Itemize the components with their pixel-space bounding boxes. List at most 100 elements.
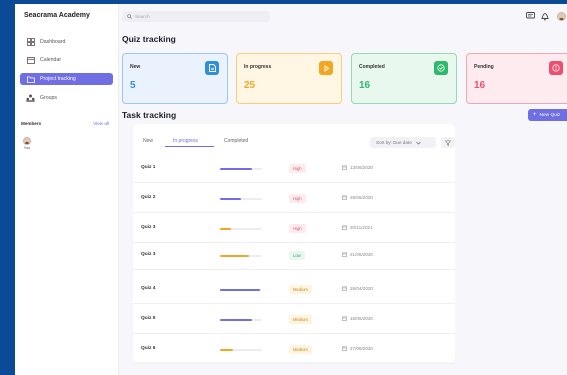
sidebar-item-label: Project tracking xyxy=(40,76,76,82)
progress-bar xyxy=(220,289,262,291)
due-date-text: 16/05/2020 xyxy=(350,316,373,321)
progress-fill xyxy=(220,255,250,257)
quiz-tracking-title: Quiz tracking xyxy=(122,34,176,44)
quiz-name: Quiz 6 xyxy=(141,346,156,351)
calendar-icon xyxy=(342,286,347,291)
members-header: Members View all xyxy=(21,121,109,126)
table-row[interactable]: Quiz 5 Medium 16/05/2020 xyxy=(133,305,455,334)
progress-fill xyxy=(220,168,252,170)
sidebar-item-label: Groups xyxy=(40,95,58,101)
play-icon xyxy=(319,61,333,75)
sidebar-item-label: Dashboard xyxy=(40,39,66,45)
calendar-icon xyxy=(342,225,347,230)
due-date: 26/04/2020 xyxy=(342,286,373,291)
card-label: Pending xyxy=(474,64,494,70)
sidebar-item-project-tracking[interactable]: Project tracking xyxy=(20,73,113,85)
tab-new[interactable]: New xyxy=(143,138,153,144)
calendar-icon xyxy=(342,316,347,321)
sidebar-item-calendar[interactable]: Calendar xyxy=(20,54,113,66)
quiz-name: Quiz 4 xyxy=(141,286,156,291)
sidebar-item-groups[interactable]: Groups xyxy=(20,92,113,104)
calendar-icon xyxy=(342,165,347,170)
due-date: 16/05/2020 xyxy=(342,316,373,321)
card-value: 5 xyxy=(130,80,136,91)
card-completed[interactable]: Completed 16 xyxy=(351,53,457,104)
groups-icon xyxy=(26,94,35,102)
alert-icon xyxy=(549,61,563,75)
priority-badge: Medium xyxy=(289,315,312,324)
card-value: 16 xyxy=(474,80,486,91)
message-icon[interactable] xyxy=(525,11,535,21)
due-date: 20/11/2021 xyxy=(342,225,373,230)
tab-in-progress[interactable]: In progress xyxy=(173,138,198,144)
priority-badge: High xyxy=(289,194,306,203)
card-new[interactable]: New 5 xyxy=(122,53,228,104)
task-tracking-title: Task tracking xyxy=(122,110,177,120)
due-date-text: 27/06/2020 xyxy=(350,346,373,351)
progress-fill xyxy=(220,349,233,351)
sort-dropdown[interactable]: Sort by: Due date xyxy=(370,137,436,148)
calendar-icon xyxy=(342,195,347,200)
new-quiz-label: New Quiz xyxy=(539,112,561,118)
priority-badge: High xyxy=(289,164,306,173)
due-date: 25/06/2020 xyxy=(342,195,373,200)
new-quiz-button[interactable]: + New Quiz xyxy=(528,109,567,121)
due-date: 13/06/2020 xyxy=(342,165,373,170)
app-title: Seacrama Academy xyxy=(24,12,90,19)
table-row[interactable]: Quiz 1 High 13/06/2020 xyxy=(133,154,455,183)
search-input[interactable]: Search xyxy=(122,11,270,22)
table-row[interactable]: Quiz 4 Medium 26/04/2020 xyxy=(133,275,455,304)
progress-bar xyxy=(220,255,262,257)
sidebar-item-dashboard[interactable]: Dashboard xyxy=(20,36,113,48)
priority-badge: Low xyxy=(289,251,305,260)
table-row[interactable]: Quiz 3 High 20/11/2021 xyxy=(133,214,455,243)
user-avatar-icon[interactable] xyxy=(556,11,566,21)
progress-fill xyxy=(220,289,260,291)
active-tab-indicator xyxy=(165,146,214,147)
priority-badge: Medium xyxy=(289,285,312,294)
card-value: 25 xyxy=(244,80,256,91)
progress-bar xyxy=(220,228,262,230)
progress-fill xyxy=(220,228,231,230)
card-in-progress[interactable]: In progress 25 xyxy=(236,53,342,104)
top-bar: Search xyxy=(119,4,567,28)
progress-bar xyxy=(220,349,262,351)
progress-fill xyxy=(220,198,241,200)
sidebar: Seacrama Academy Dashboard Calendar Proj… xyxy=(15,4,119,375)
check-icon xyxy=(434,61,448,75)
progress-bar xyxy=(220,319,262,321)
card-pending[interactable]: Pending 16 xyxy=(466,53,567,104)
filter-icon xyxy=(445,139,451,146)
progress-bar xyxy=(220,198,262,200)
quiz-name: Quiz 1 xyxy=(141,165,156,170)
folder-icon xyxy=(26,75,35,83)
member-you[interactable]: You xyxy=(23,137,31,150)
calendar-icon xyxy=(26,56,35,64)
due-date-text: 26/04/2020 xyxy=(350,286,373,291)
table-row[interactable]: Quiz 2 High 25/06/2020 xyxy=(133,184,455,213)
card-value: 16 xyxy=(359,80,371,91)
priority-badge: High xyxy=(289,224,306,233)
view-all-link[interactable]: View all xyxy=(93,121,109,126)
bell-icon[interactable] xyxy=(540,11,550,21)
search-icon xyxy=(127,14,132,19)
sort-label: Sort by: Due date xyxy=(376,140,412,145)
member-name: You xyxy=(23,146,31,150)
table-row[interactable]: Quiz 3 Low 21/05/2020 xyxy=(133,241,455,270)
dashboard-icon xyxy=(26,38,35,46)
due-date-text: 21/05/2020 xyxy=(350,252,373,257)
card-label: New xyxy=(130,64,141,70)
due-date: 27/06/2020 xyxy=(342,346,373,351)
table-row[interactable]: Quiz 6 Medium 27/06/2020 xyxy=(133,335,455,364)
calendar-icon xyxy=(342,252,347,257)
filter-button[interactable] xyxy=(441,137,455,148)
quiz-name: Quiz 2 xyxy=(141,195,156,200)
avatar xyxy=(556,11,566,21)
tab-completed[interactable]: Completed xyxy=(224,138,248,144)
document-icon xyxy=(205,61,219,75)
card-label: Completed xyxy=(359,64,385,70)
chevron-down-icon xyxy=(415,141,421,145)
quiz-name: Quiz 3 xyxy=(141,225,156,230)
priority-badge: Medium xyxy=(289,345,312,354)
sidebar-item-label: Calendar xyxy=(40,57,62,63)
